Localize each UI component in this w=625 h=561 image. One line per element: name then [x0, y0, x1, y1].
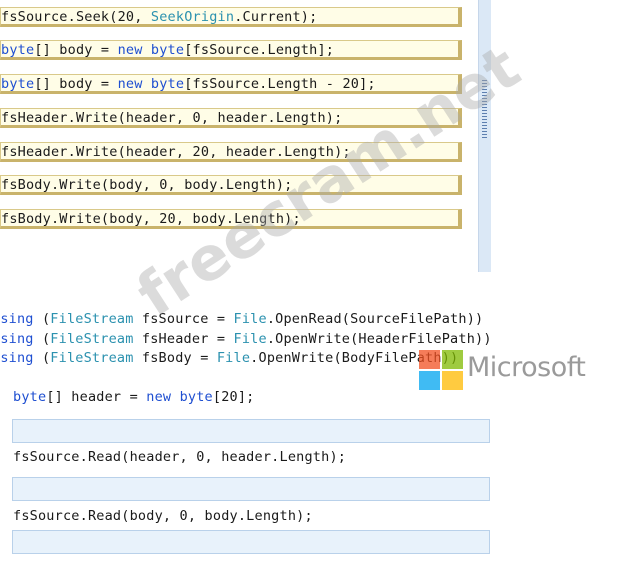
- code-token: [] body =: [34, 76, 118, 92]
- keyword-token: new: [117, 42, 143, 58]
- option-tile[interactable]: fsBody.Write(body, 20, body.Length);: [0, 209, 462, 229]
- keyword-token: new: [146, 389, 172, 405]
- code-token: (: [33, 350, 51, 366]
- code-token: fsBody.Write(body, 20, body.Length);: [1, 211, 301, 227]
- keyword-token: using: [0, 331, 34, 347]
- code-token: fsHeader.Write(header, 0, header.Length)…: [1, 110, 343, 126]
- option-tile[interactable]: fsHeader.Write(header, 0, header.Length)…: [0, 108, 462, 128]
- code-token: fsSource.Read(body, 0, body.Length);: [13, 508, 313, 524]
- code-line: fsSource.Read(header, 0, header.Length);: [13, 449, 346, 465]
- code-token: fsBody.Write(body, 0, body.Length);: [1, 177, 293, 193]
- type-token: FileStream: [50, 350, 134, 366]
- type-token: File: [216, 350, 251, 366]
- keyword-token: byte: [1, 76, 35, 92]
- code-token: .Current);: [234, 9, 318, 25]
- keyword-token: byte: [1, 42, 35, 58]
- code-line: using (FileStream fsSource = File.OpenRe…: [0, 311, 483, 327]
- code-token: [] header =: [46, 389, 147, 405]
- keyword-token: byte: [150, 42, 185, 58]
- keyword-token: using: [0, 311, 34, 327]
- keyword-token: byte: [150, 76, 185, 92]
- drop-target-3[interactable]: [12, 530, 490, 554]
- microsoft-logo-text: Microsoft: [467, 352, 586, 383]
- code-line: using (FileStream fsBody = File.OpenWrit…: [0, 350, 458, 366]
- drop-target-1[interactable]: [12, 419, 490, 443]
- code-token: fsSource.Read(header, 0, header.Length);: [13, 449, 347, 465]
- drop-target-2[interactable]: [12, 477, 490, 501]
- keyword-token: using: [0, 350, 34, 366]
- code-line: byte[] header = new byte[20];: [13, 389, 255, 405]
- keyword-token: byte: [13, 389, 47, 405]
- option-tile[interactable]: byte[] body = new byte[fsSource.Length -…: [0, 74, 462, 94]
- code-token: [fsSource.Length];: [184, 42, 335, 58]
- code-token: fsHeader =: [133, 331, 234, 347]
- option-tile[interactable]: fsSource.Seek(20, SeekOrigin.Current);: [0, 7, 462, 27]
- type-token: SeekOrigin: [150, 9, 235, 25]
- code-token: .OpenRead(SourceFilePath)): [266, 311, 484, 327]
- code-line: fsSource.Read(body, 0, body.Length);: [13, 508, 313, 524]
- code-token: fsSource =: [133, 311, 234, 327]
- code-token: [20];: [212, 389, 255, 405]
- type-token: FileStream: [50, 311, 134, 327]
- code-token: [fsSource.Length - 20];: [184, 76, 376, 92]
- code-token: fsSource.Seek(20,: [1, 9, 151, 25]
- code-token: .OpenWrite(BodyFilePath)): [250, 350, 459, 366]
- code-token: (: [33, 311, 51, 327]
- code-line: using (FileStream fsHeader = File.OpenWr…: [0, 331, 492, 347]
- type-token: File: [233, 331, 267, 347]
- code-token: (: [33, 331, 51, 347]
- keyword-token: new: [117, 76, 143, 92]
- code-token: .OpenWrite(HeaderFilePath)): [266, 331, 492, 347]
- type-token: FileStream: [50, 331, 134, 347]
- scrollbar-grip[interactable]: [482, 80, 487, 138]
- code-token: [] body =: [34, 42, 118, 58]
- option-tile[interactable]: fsBody.Write(body, 0, body.Length);: [0, 175, 462, 195]
- option-tile[interactable]: byte[] body = new byte[fsSource.Length];: [0, 40, 462, 60]
- options-scrollbar[interactable]: [478, 0, 491, 272]
- code-token: fsBody =: [133, 350, 217, 366]
- type-token: File: [233, 311, 267, 327]
- code-token: fsHeader.Write(header, 20, header.Length…: [1, 144, 351, 160]
- option-tile[interactable]: fsHeader.Write(header, 20, header.Length…: [0, 142, 462, 162]
- keyword-token: byte: [179, 389, 213, 405]
